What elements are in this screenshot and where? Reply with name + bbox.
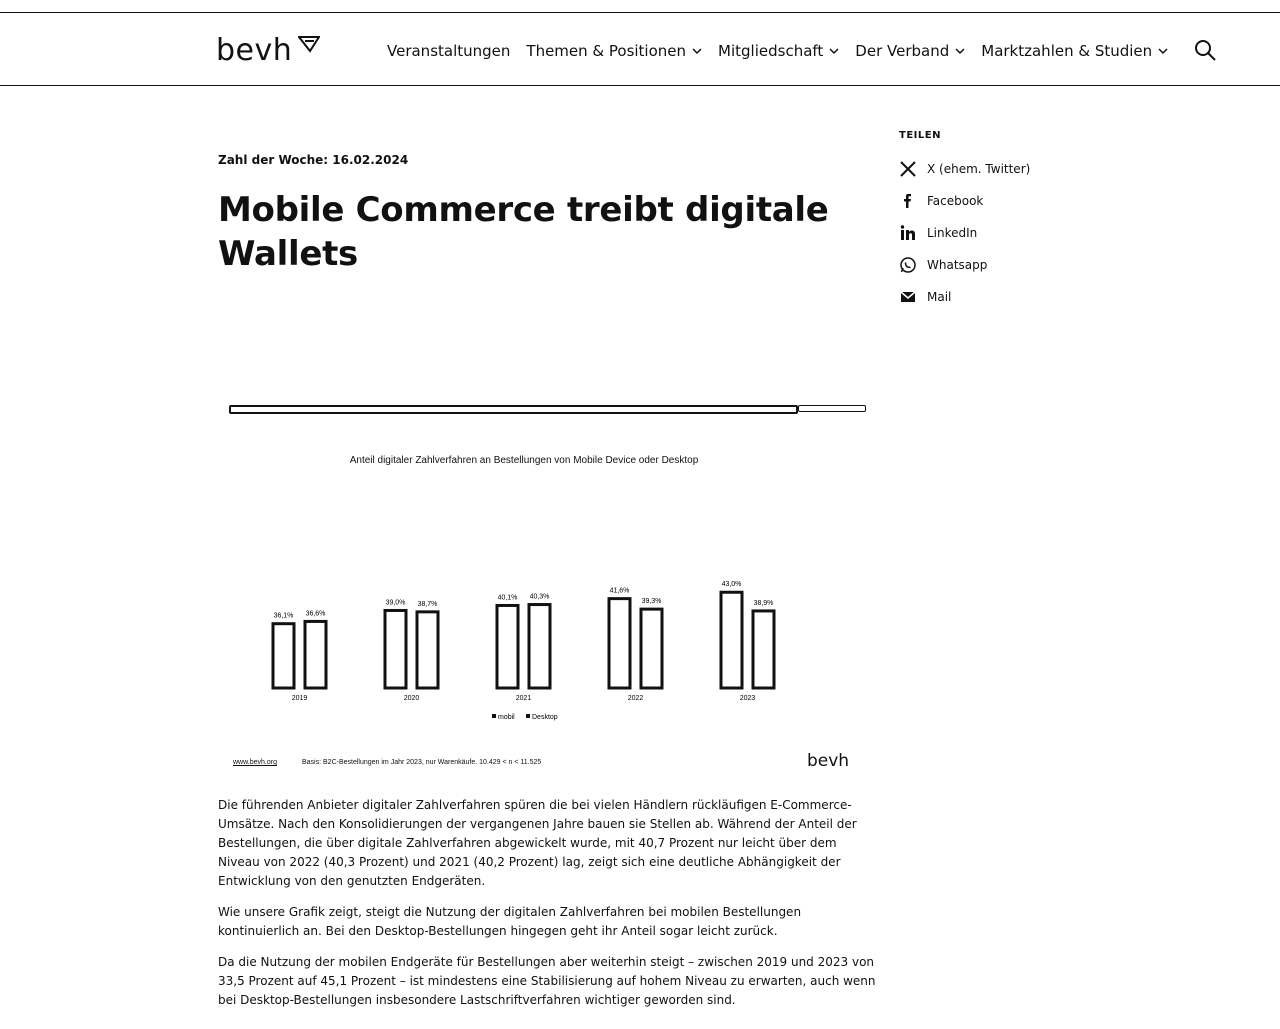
share-label: Mail (927, 290, 952, 304)
logo-mark-icon (298, 36, 320, 53)
figure-source-link[interactable]: www.bevh.org (233, 759, 277, 766)
share-mail[interactable]: Mail (899, 281, 1079, 313)
nav-item-0[interactable]: Veranstaltungen (387, 42, 510, 60)
article-title: Mobile Commerce treibt digitale Wallets (218, 190, 829, 274)
article-paragraph: Wie unsere Grafik zeigt, steigt die Nutz… (218, 905, 802, 938)
bar-mobil-2019 (271, 622, 296, 690)
site-header: bevh Veranstaltungen Themen & Positionen M… (0, 13, 1280, 86)
chart-figure: Anteil digitaler Zahlverfahren an Bestel… (218, 395, 878, 780)
share-label: X (ehem. Twitter) (927, 162, 1031, 176)
x-tick-label: 2023 (740, 695, 756, 702)
nav-item-3[interactable]: Der Verband (855, 42, 965, 60)
share-whatsapp[interactable]: Whatsapp (899, 249, 1079, 281)
bar-mobil-2022 (607, 597, 632, 690)
chevron-down-icon (829, 48, 839, 55)
facebook-icon (899, 192, 917, 210)
x-tick-label: 2022 (628, 695, 644, 702)
share-linkedin[interactable]: LinkedIn (899, 217, 1079, 249)
share-panel: TEILEN X (ehem. Twitter) Facebook LinkedIn… (899, 130, 1079, 313)
chart-title: Anteil digitaler Zahlverfahren an Bestel… (349, 455, 699, 466)
whatsapp-icon (899, 256, 917, 274)
nav-item-label: Mitgliedschaft (718, 42, 824, 60)
bar-chart: 36,1% 36,6% 2019 39,0% 38,7% 2020 40,1% 40,3% 20… (271, 581, 776, 721)
search-icon[interactable] (1194, 39, 1216, 61)
nav-item-label: Der Verband (855, 42, 950, 60)
bar-desktop-2021 (527, 603, 552, 690)
legend-label: Desktop (532, 714, 558, 721)
nav-item-label: Veranstaltungen (387, 42, 511, 60)
data-label: 36,1% (274, 613, 294, 620)
chevron-down-icon (1158, 48, 1168, 55)
article-paragraph: Die führenden Anbieter digitaler Zahlver… (218, 798, 857, 888)
main-nav: Veranstaltungen Themen & Positionen Mitgli… (387, 42, 1184, 60)
data-label: 36,6% (306, 610, 326, 617)
x-tick-label: 2020 (404, 695, 420, 702)
share-title: TEILEN (899, 130, 941, 141)
article-body: Die führenden Anbieter digitaler Zahlver… (218, 796, 878, 1022)
legend-swatch-desktop (526, 714, 530, 718)
share-x[interactable]: X (ehem. Twitter) (899, 153, 1079, 185)
data-label: 40,1% (498, 594, 518, 601)
share-label: Whatsapp (927, 258, 988, 272)
linkedin-icon (899, 224, 917, 242)
bar-desktop-2023 (751, 609, 776, 690)
legend-label: mobil (498, 714, 515, 721)
x-tick-label: 2021 (516, 695, 532, 702)
figure-top-bar-secondary (798, 405, 866, 412)
bar-mobil-2023 (719, 590, 744, 690)
data-label: 41,6% (610, 588, 630, 595)
article-paragraph: Da die Nutzung der mobilen Endgeräte für… (218, 955, 876, 1007)
nav-item-4[interactable]: Marktzahlen & Studien (981, 42, 1168, 60)
bar-mobil-2021 (495, 603, 520, 690)
legend-swatch-mobil (492, 714, 496, 718)
bar-desktop-2020 (415, 610, 440, 690)
figure-footnote: Basis: B2C-Bestellungen im Jahr 2023, nu… (302, 759, 542, 766)
bevh-logo[interactable]: bevh (216, 33, 292, 68)
data-label: 39,0% (386, 599, 406, 606)
share-label: Facebook (927, 194, 984, 208)
x-tick-label: 2019 (292, 695, 308, 702)
bar-desktop-2022 (639, 607, 664, 690)
bar-mobil-2020 (383, 608, 408, 690)
article-kicker: Zahl der Woche: 16.02.2024 (218, 153, 409, 167)
figure-top-bar (229, 405, 798, 414)
figure-logo: bevh (807, 751, 850, 771)
data-label: 38,9% (754, 600, 774, 607)
nav-item-1[interactable]: Themen & Positionen (526, 42, 702, 60)
nav-item-label: Marktzahlen & Studien (981, 42, 1153, 60)
data-label: 40,3% (530, 594, 550, 601)
data-label: 39,3% (642, 598, 662, 605)
chevron-down-icon (955, 48, 965, 55)
mail-icon (899, 288, 917, 306)
nav-item-2[interactable]: Mitgliedschaft (718, 42, 839, 60)
data-label: 38,7% (418, 601, 438, 608)
share-facebook[interactable]: Facebook (899, 185, 1079, 217)
chevron-down-icon (692, 48, 702, 55)
bar-desktop-2019 (303, 619, 328, 690)
share-label: LinkedIn (927, 226, 978, 240)
nav-item-label: Themen & Positionen (526, 42, 687, 60)
x-icon (899, 160, 917, 178)
data-label: 43,0% (722, 581, 742, 588)
